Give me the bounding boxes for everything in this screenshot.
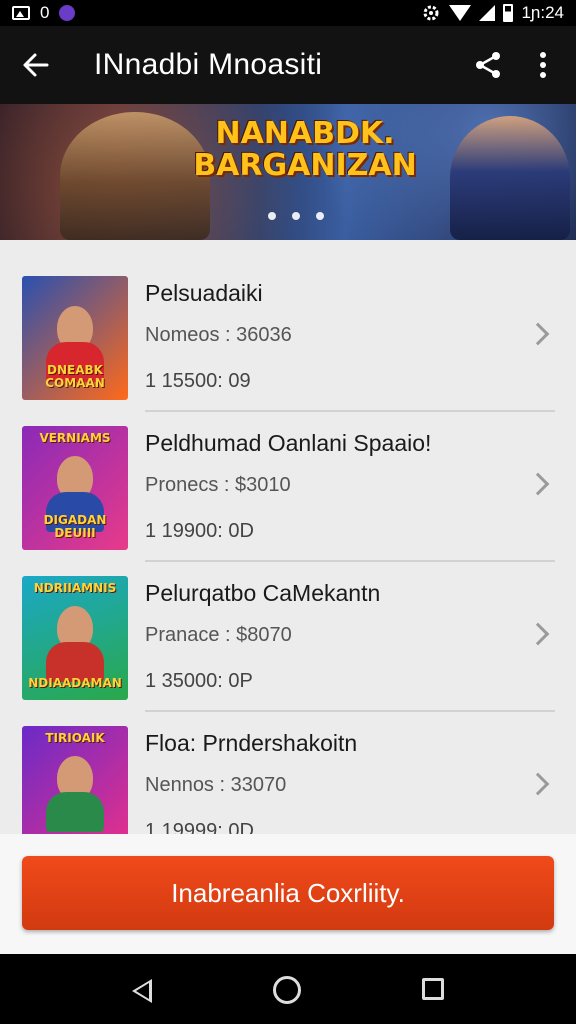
item-thumbnail: DNEABK COMAAN: [22, 276, 128, 400]
primary-action-button[interactable]: Inabreanlia Coxrliity.: [22, 856, 554, 930]
more-vert-icon: [540, 52, 546, 78]
chevron-right-icon: [526, 322, 550, 346]
chevron-right-icon: [526, 472, 550, 496]
carousel-dot[interactable]: [268, 212, 276, 220]
promo-banner[interactable]: NANABDK. BARGANIZAN: [0, 104, 576, 240]
thumb-top-text: VERNIAMS: [39, 431, 111, 445]
app-notification-icon: [59, 5, 76, 21]
item-subtitle: Pranace : $8070: [145, 624, 292, 646]
share-button[interactable]: [458, 26, 518, 104]
item-thumbnail: NDRIIAMNIS NDIAADAMAN: [22, 576, 128, 700]
item-subtitle: Nomeos : 36036: [145, 324, 292, 346]
thumb-top-text: NDRIIAMNIS: [33, 581, 117, 595]
status-right: 1ɲ:24: [421, 3, 564, 23]
banner-character-left: [60, 112, 210, 240]
thumb-logo-text: DIGADAN DEUIII: [43, 513, 107, 540]
status-left: 0: [12, 3, 76, 23]
thumb-character-body: [46, 792, 104, 832]
settings-gear-icon: [423, 5, 439, 21]
list-item[interactable]: VERNIAMS DIGADAN DEUIII Peldhumad Oanlan…: [0, 390, 576, 550]
battery-icon: [503, 4, 514, 22]
item-subtitle: Nennos : 33070: [145, 774, 287, 796]
chevron-right-icon: [526, 622, 550, 646]
wifi-icon: [449, 5, 472, 21]
carousel-indicator[interactable]: [268, 212, 324, 220]
thumb-logo-text: DNEABK COMAAN: [45, 363, 105, 390]
back-arrow-icon: [23, 53, 49, 77]
gallery-icon: [12, 6, 30, 20]
page-title: INnadbi Mnoasiti: [94, 48, 323, 81]
chevron-right-icon: [526, 772, 550, 796]
status-bar: 0 1ɲ:24: [0, 0, 576, 26]
nav-home-icon[interactable]: [273, 976, 301, 1004]
thumb-logo-text: NDIAADAMAN: [28, 676, 122, 690]
product-list: DNEABK COMAAN Pelsuadaiki Nomeos : 36036…: [0, 240, 576, 834]
item-thumbnail: TIRIOAIK: [22, 726, 128, 834]
banner-title: NANABDK. BARGANIZAN: [193, 116, 417, 183]
more-options-button[interactable]: [518, 26, 568, 104]
nav-recent-icon[interactable]: [422, 978, 444, 1000]
status-notification-text: 0: [40, 3, 50, 22]
status-time: 1ɲ:24: [521, 3, 564, 22]
item-title: Pelsuadaiki: [145, 280, 263, 306]
signal-icon: [479, 5, 496, 21]
carousel-dot[interactable]: [292, 212, 300, 220]
item-price: 1 19999: 0D: [145, 820, 254, 834]
carousel-dot[interactable]: [316, 212, 324, 220]
list-item[interactable]: NDRIIAMNIS NDIAADAMAN Pelurqatbo CaMekan…: [0, 540, 576, 700]
system-nav-bar: [0, 954, 576, 1024]
list-item[interactable]: DNEABK COMAAN Pelsuadaiki Nomeos : 36036…: [0, 240, 576, 400]
back-button[interactable]: [0, 26, 70, 104]
item-thumbnail: VERNIAMS DIGADAN DEUIII: [22, 426, 128, 550]
app-bar: INnadbi Mnoasiti: [0, 26, 576, 104]
share-icon: [476, 52, 500, 78]
thumb-top-text: TIRIOAIK: [45, 731, 105, 745]
banner-character-right: [450, 116, 570, 240]
item-title: Pelurqatbo CaMekantn: [145, 580, 381, 606]
nav-back-icon[interactable]: [132, 979, 152, 1003]
item-title: Peldhumad Oanlani Spaaio!: [145, 430, 432, 456]
list-item[interactable]: TIRIOAIK Floa: Prndershakoitn Nennos : 3…: [0, 690, 576, 834]
item-subtitle: Pronecs : $3010: [145, 474, 291, 496]
item-title: Floa: Prndershakoitn: [145, 730, 358, 756]
bottom-action-panel: Inabreanlia Coxrliity.: [0, 834, 576, 954]
